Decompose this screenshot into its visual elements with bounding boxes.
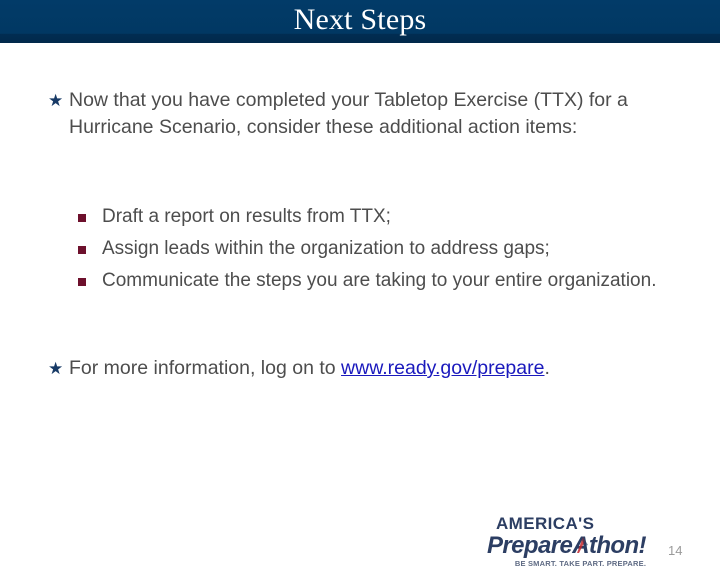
slide-body: ★ Now that you have completed your Table… — [0, 43, 720, 568]
bullet-more-info-text: For more information, log on to www.read… — [69, 355, 695, 382]
logo-line-americas: AMERICA'S — [496, 514, 595, 533]
square-bullet-icon — [78, 235, 102, 254]
star-bullet-icon: ★ — [48, 359, 64, 378]
page-title: Next Steps — [293, 3, 427, 36]
list-item: Communicate the steps you are taking to … — [78, 267, 678, 295]
more-info-prefix: For more information, log on to — [69, 357, 342, 379]
logo-word-thon: thon! — [588, 532, 647, 559]
americas-prepareathon-logo: AMERICA'S PrepareAthon! BE SMART. TAKE P… — [487, 514, 652, 570]
bullet-more-info: ★ For more information, log on to www.re… — [45, 355, 695, 382]
list-item-label: Communicate the steps you are taking to … — [102, 270, 657, 291]
ready-gov-link[interactable]: www.ready.gov/prepare — [341, 357, 544, 379]
page-number: 14 — [668, 543, 683, 558]
logo-tagline: BE SMART. TAKE PART. PREPARE. — [514, 559, 647, 568]
list-item-label: Assign leads within the organization to … — [102, 238, 550, 259]
bullet-intro: ★ Now that you have completed your Table… — [45, 87, 690, 141]
square-bullet-icon — [78, 267, 102, 286]
square-bullet-icon — [78, 203, 102, 222]
star-bullet-icon: ★ — [48, 91, 64, 110]
logo-line-prepareathon: PrepareAthon! — [487, 533, 652, 558]
list-item: Assign leads within the organization to … — [78, 235, 678, 263]
more-info-suffix: . — [544, 357, 550, 379]
logo-word-prepare: Prepare — [487, 532, 573, 559]
slide-title-bar: Next Steps — [0, 0, 720, 43]
logo-letter-a: A — [572, 532, 589, 559]
bullet-intro-text: Now that you have completed your Tableto… — [69, 89, 628, 138]
list-item: Draft a report on results from TTX; — [78, 203, 678, 231]
action-items-list: Draft a report on results from TTX; Assi… — [78, 203, 678, 299]
list-item-label: Draft a report on results from TTX; — [102, 206, 391, 227]
